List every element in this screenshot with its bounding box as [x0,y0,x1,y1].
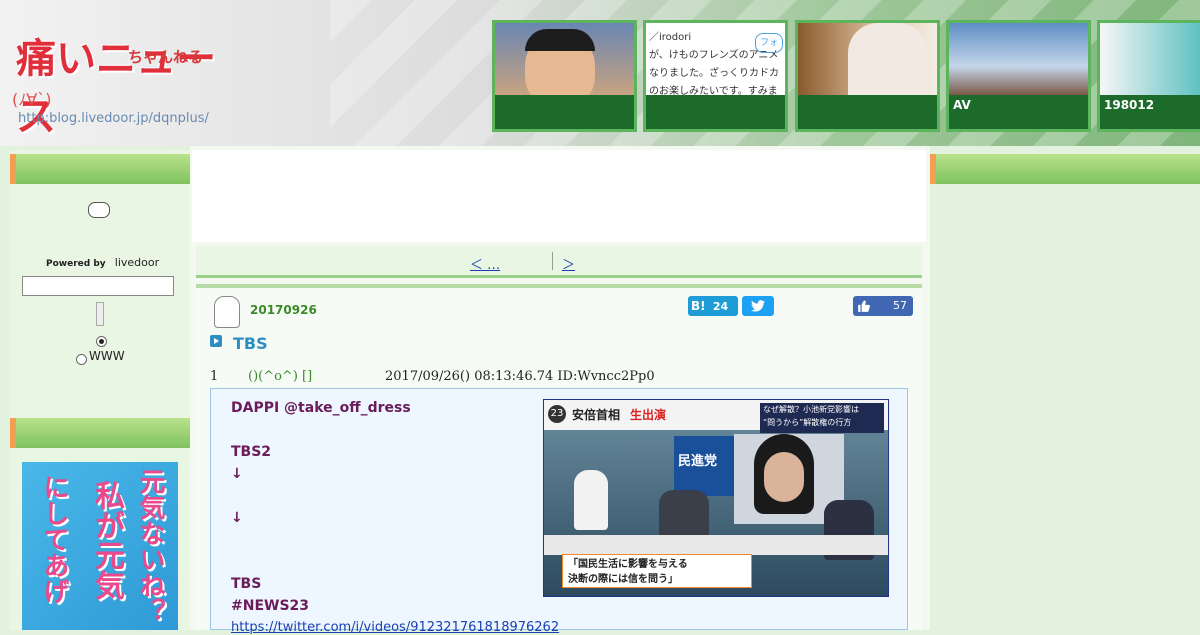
twitter-icon [751,300,765,312]
logo-face: (ﾉ∀`) [12,90,52,109]
follow-button: フォ [754,33,783,53]
news-screenshot[interactable]: 23 安倍首相 生出演 なぜ解散？小池新党影響は “問うから”解散権の行方 民進… [543,399,889,597]
thumb-caption [798,95,937,129]
ad-text: 私が元気 [89,480,124,600]
header-thumb-5[interactable]: 198012 [1097,20,1200,132]
comment-line: TBS2 [231,444,272,460]
header-thumb-4[interactable]: AV [946,20,1091,132]
powered-by-label: Powered by livedoor [46,256,159,269]
comment-name: ()(^o^) [] [248,369,313,384]
ad-text: 元気ないね？ [135,468,165,624]
radio-blog[interactable] [96,336,107,347]
header-thumb-3[interactable] [795,20,940,132]
hatena-label: B! [691,299,706,313]
logo-subtitle: ちゃんねる [128,48,204,66]
powered-by-text: Powered by [46,259,106,269]
comment-line: ↓ [231,466,243,482]
tv-caption: 「国民生活に影響を与える 決断の際には信を問う」 [562,554,752,588]
channel-logo: 23 [548,405,566,423]
tweet-video-link[interactable]: https://twitter.com/i/videos/91232176181… [231,620,559,635]
comment-line: DAPPI @take_off_dress [231,400,411,416]
thumb-image: ／irodori が、けものフレンズのアニメ なりました。ざっくりカドカ のお楽… [646,23,785,97]
header-thumb-1[interactable] [492,20,637,132]
article-title: TBS [233,334,268,353]
tv-caption-line: 決断の際には信を問う」 [568,574,678,585]
tv-topic-line: なぜ解散？小池新党影響は [763,405,859,414]
like-count: 57 [893,299,907,312]
comment-number: 1 [210,369,219,384]
logo-url: http:blog.livedoor.jp/dqnplus/ [18,111,209,126]
anchor-person [574,470,608,530]
livedoor-logo: livedoor [114,256,160,269]
cat-icon [214,296,240,328]
ad-text: にしてあげ [39,474,69,604]
party-name: 民進党 [678,454,718,469]
tweet-button[interactable] [742,296,774,316]
radio-www[interactable] [76,354,87,365]
pager-separator [552,252,553,270]
sidebar-section-header [10,418,190,448]
tv-topic: なぜ解散？小池新党影響は “問うから”解散権の行方 [760,403,884,433]
comment-line: #NEWS23 [231,598,310,614]
search-button[interactable] [96,302,104,326]
thumb-image [949,23,1088,95]
next-article-link[interactable]: ＞ [562,254,674,273]
tv-topic-line: “問うから”解散権の行方 [763,418,852,427]
thumb-caption: 198012 [1100,95,1200,129]
site-logo[interactable]: 痛いニュース ちゃんねる (ﾉ∀`) http:blog.livedoor.jp… [10,24,230,140]
thumb-caption [646,95,785,129]
tv-caption-line: 「国民生活に影響を与える [568,559,688,570]
hatena-bookmark-button[interactable]: B! 24 [688,296,738,316]
tv-live: 生出演 [630,408,667,422]
thumbs-up-icon [858,300,870,312]
top-ad-area [192,150,926,242]
thumb-image [495,23,634,111]
comment-header: 1 [210,369,218,384]
comment-datetime: 2017/09/26() 08:13:46.74 ID:Wvncc2Pp0 [385,369,655,384]
thumb-image [1100,23,1200,95]
comment-line: ↓ [231,510,243,526]
sidebar-section-header [10,154,190,184]
right-section-header [930,154,1200,184]
facebook-like-button[interactable]: 57 [853,296,913,316]
article-date: 20170926 [250,303,317,317]
thumb-caption: AV [949,95,1088,129]
radio-www-label: WWW [89,349,125,363]
thumb-image [798,23,937,103]
desk [544,535,888,555]
face-icon [88,202,110,218]
article-pager: ＜ … ＞ [196,246,922,278]
tv-headline: 安倍首相 [572,408,621,422]
play-icon [210,335,222,347]
sidebar-ad[interactable]: 元気ないね？ 私が元気 にしてあげ [22,462,178,630]
hatena-count: 24 [712,300,729,313]
header-thumb-2[interactable]: ／irodori が、けものフレンズのアニメ なりました。ざっくりカドカ のお楽… [643,20,788,132]
comment-line: TBS [231,576,262,592]
party-panel: 民進党 [674,436,734,496]
prev-article-link[interactable]: ＜ … [470,254,540,273]
thumb-caption [495,95,634,129]
thumb-text-line: なりました。ざっくりカドカ [649,68,779,79]
search-input[interactable] [22,276,174,296]
